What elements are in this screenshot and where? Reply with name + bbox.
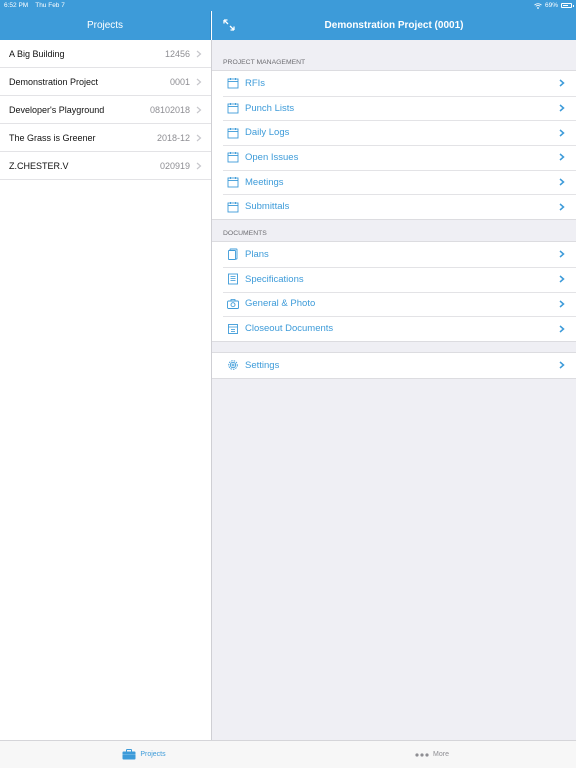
expand-icon[interactable] <box>222 18 236 32</box>
project-code: 12456 <box>164 48 190 59</box>
menu-item-settings[interactable]: Settings <box>212 353 576 378</box>
menu-item-label: Meetings <box>245 176 284 188</box>
project-code: 020919 <box>159 160 190 171</box>
project-detail-title: Demonstration Project (0001) <box>324 20 464 31</box>
camera-icon <box>227 298 239 309</box>
menu-item-label: Plans <box>245 248 269 260</box>
battery-icon <box>561 3 574 8</box>
settings-group: Settings <box>212 351 576 379</box>
closeout-icon <box>228 323 238 334</box>
chevron-right-icon <box>559 275 565 283</box>
menu-item-meetings[interactable]: Meetings <box>212 169 576 195</box>
specifications-icon <box>228 273 238 285</box>
project-row[interactable]: Developer's Playground 08102018 <box>0 96 211 124</box>
project-row[interactable]: The Grass is Greener 2018-12 <box>0 124 211 152</box>
menu-item-specifications[interactable]: Specifications <box>212 266 576 292</box>
project-row[interactable]: Demonstration Project 0001 <box>0 68 211 96</box>
project-code: 2018-12 <box>156 132 190 143</box>
wifi-icon <box>534 2 542 9</box>
menu-item-closeout-documents[interactable]: Closeout Documents <box>212 316 576 341</box>
battery-percent: 69% <box>544 2 558 9</box>
tab-bar: Projects More <box>0 740 576 768</box>
project-row[interactable]: A Big Building 12456 <box>0 40 211 68</box>
calendar-icon <box>227 103 239 114</box>
plans-icon <box>228 249 238 261</box>
menu-item-submittals[interactable]: Submittals <box>212 194 576 219</box>
chevron-right-icon <box>559 203 565 211</box>
menu-item-label: General & Photo <box>245 298 316 310</box>
tab-more[interactable]: More <box>288 741 576 768</box>
menu-item-label: Closeout Documents <box>245 323 334 335</box>
tab-projects[interactable]: Projects <box>0 741 288 768</box>
project-detail-header: Demonstration Project (0001) <box>212 11 576 40</box>
more-icon <box>415 752 429 757</box>
project-name: Z.CHESTER.V <box>9 160 69 171</box>
menu-item-rfis[interactable]: RFIs <box>212 71 576 96</box>
chevron-right-icon <box>559 153 565 161</box>
menu-item-plans[interactable]: Plans <box>212 242 576 267</box>
chevron-right-icon <box>196 134 202 141</box>
project-management-group: RFIs Punch Lists Daily Logs Open Issues … <box>212 70 576 221</box>
status-time: 6:52 PM <box>4 2 29 9</box>
project-code: 08102018 <box>149 104 190 115</box>
chevron-right-icon <box>559 324 565 333</box>
gear-icon <box>228 360 238 370</box>
project-name: A Big Building <box>9 48 65 59</box>
project-list: A Big Building 12456 Demonstration Proje… <box>0 40 211 740</box>
project-menu: PROJECT MANAGEMENT RFIs Punch Lists Dail… <box>212 40 576 740</box>
chevron-right-icon <box>559 300 565 308</box>
menu-item-daily-logs[interactable]: Daily Logs <box>212 120 576 145</box>
chevron-right-icon <box>196 162 202 169</box>
chevron-right-icon <box>559 250 565 259</box>
briefcase-icon <box>122 749 136 760</box>
project-name: Demonstration Project <box>9 76 99 87</box>
chevron-right-icon <box>196 78 202 85</box>
menu-item-label: RFIs <box>245 77 266 89</box>
menu-item-label: Daily Logs <box>245 127 290 139</box>
chevron-right-icon <box>559 129 565 137</box>
tab-projects-label: Projects <box>140 751 166 758</box>
project-name: The Grass is Greener <box>9 132 96 143</box>
menu-item-general-photo[interactable]: General & Photo <box>212 291 576 317</box>
calendar-icon <box>227 201 239 213</box>
menu-item-label: Specifications <box>245 273 304 285</box>
calendar-icon <box>227 152 239 163</box>
documents-group: Plans Specifications General & Photo Clo… <box>212 241 576 342</box>
section-header-project-management: PROJECT MANAGEMENT <box>223 59 306 66</box>
status-bar: 6:52 PM Thu Feb 7 69% <box>0 0 576 11</box>
menu-item-label: Submittals <box>245 201 290 213</box>
menu-item-label: Settings <box>245 359 280 371</box>
tab-more-label: More <box>433 751 449 758</box>
section-header-documents: DOCUMENTS <box>223 230 267 238</box>
chevron-right-icon <box>559 104 565 112</box>
calendar-icon <box>227 127 239 139</box>
project-code: 0001 <box>169 76 190 87</box>
calendar-icon <box>227 78 239 89</box>
menu-item-label: Punch Lists <box>245 102 295 114</box>
calendar-icon <box>227 177 239 188</box>
menu-item-open-issues[interactable]: Open Issues <box>212 145 576 170</box>
project-name: Developer's Playground <box>9 104 105 115</box>
chevron-right-icon <box>559 361 565 369</box>
chevron-right-icon <box>196 50 202 57</box>
projects-header: Projects <box>0 11 211 40</box>
project-row[interactable]: Z.CHESTER.V 020919 <box>0 152 211 180</box>
chevron-right-icon <box>196 106 202 113</box>
menu-item-punch-lists[interactable]: Punch Lists <box>212 95 576 121</box>
menu-item-label: Open Issues <box>245 151 299 163</box>
projects-header-title: Projects <box>86 20 124 31</box>
chevron-right-icon <box>559 178 565 186</box>
chevron-right-icon <box>559 79 565 87</box>
status-date: Thu Feb 7 <box>35 2 65 9</box>
